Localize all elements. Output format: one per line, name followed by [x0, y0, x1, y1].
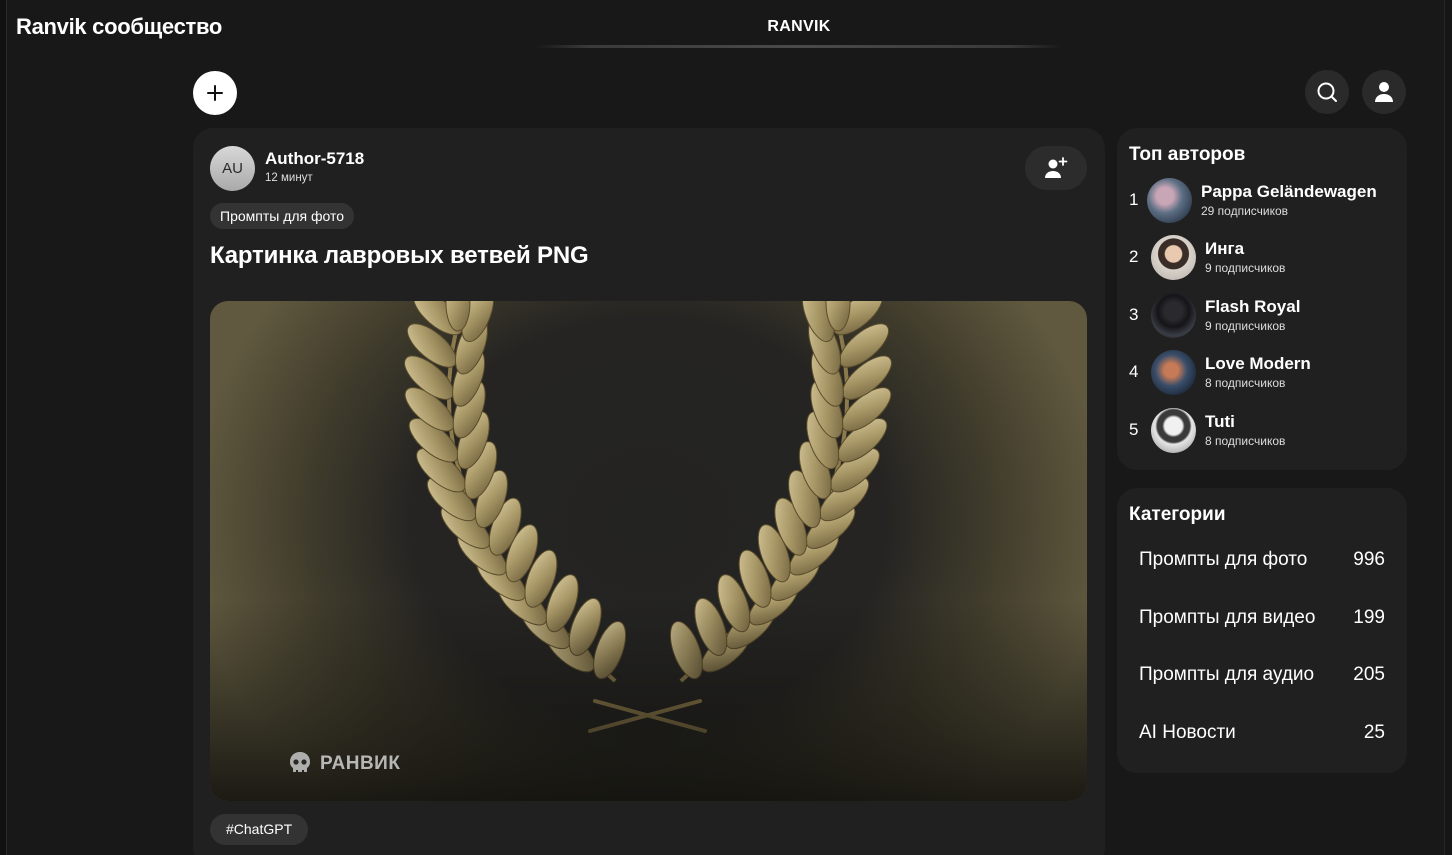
author-avatar[interactable]: AU [210, 146, 255, 191]
author-name[interactable]: Pappa Geländewagen [1201, 182, 1377, 202]
search-icon [1317, 82, 1337, 102]
author-rank: 3 [1129, 305, 1139, 324]
author-subscribers: 8 подписчиков [1205, 376, 1286, 390]
author-avatar[interactable] [1151, 350, 1196, 395]
category-item-photo[interactable]: Промпты для фото 996 [1139, 549, 1385, 571]
category-count: 205 [1353, 664, 1385, 685]
search-button[interactable] [1305, 70, 1349, 114]
watermark-text: РАНВИК [320, 753, 401, 774]
author-rank: 5 [1129, 420, 1139, 439]
author-name[interactable]: Love Modern [1205, 354, 1311, 374]
top-author-row[interactable]: 2 Инга 9 подписчиков [1129, 235, 1399, 281]
hashtag-chip[interactable]: #ChatGPT [210, 814, 309, 845]
author-subscribers: 8 подписчиков [1205, 434, 1286, 448]
author-name[interactable]: Author-5718 [265, 149, 364, 169]
author-avatar[interactable] [1151, 408, 1196, 453]
author-avatar[interactable] [1151, 235, 1196, 280]
brand-logo-text[interactable]: RANVIK [0, 18, 1452, 36]
post-time: 12 минут [265, 172, 313, 184]
top-author-row[interactable]: 1 Pappa Geländewagen 29 подписчиков [1129, 178, 1399, 224]
brand-underline [536, 45, 1062, 48]
category-label: Промпты для аудио [1139, 664, 1315, 685]
user-icon [1375, 82, 1393, 102]
plus-icon [207, 85, 223, 101]
category-count: 25 [1363, 722, 1385, 743]
top-author-row[interactable]: 5 Tuti 8 подписчиков [1129, 408, 1399, 454]
profile-button[interactable] [1362, 70, 1406, 114]
category-item-ai-news[interactable]: AI Новости 25 [1139, 722, 1385, 744]
category-label: Промпты для видео [1139, 607, 1316, 628]
category-item-audio[interactable]: Промпты для аудио 205 [1139, 664, 1385, 686]
author-subscribers: 9 подписчиков [1205, 261, 1286, 275]
author-avatar[interactable] [1147, 178, 1192, 223]
top-authors-title: Топ авторов [1129, 144, 1246, 165]
user-plus-icon [1045, 157, 1068, 178]
author-rank: 2 [1129, 247, 1139, 266]
category-count: 996 [1353, 549, 1385, 570]
category-item-video[interactable]: Промпты для видео 199 [1139, 607, 1385, 629]
author-name[interactable]: Tuti [1205, 412, 1235, 432]
image-vignette [210, 301, 1087, 801]
author-subscribers: 29 подписчиков [1201, 204, 1289, 218]
post-image[interactable]: РАНВИК [210, 301, 1087, 801]
scrollbar-track[interactable] [1444, 0, 1452, 855]
category-label: AI Новости [1139, 722, 1236, 743]
left-panel-edge [0, 0, 7, 855]
follow-author-button[interactable] [1025, 146, 1087, 190]
author-rank: 1 [1129, 190, 1139, 209]
post-title[interactable]: Картинка лавровых ветвей PNG [210, 242, 589, 270]
author-subscribers: 9 подписчиков [1205, 319, 1286, 333]
author-name[interactable]: Flash Royal [1205, 297, 1300, 317]
author-name[interactable]: Инга [1205, 239, 1244, 259]
skull-icon [290, 752, 310, 772]
image-watermark: РАНВИК [288, 751, 400, 777]
top-authors-panel: Топ авторов 1 Pappa Geländewagen 29 подп… [1117, 128, 1407, 470]
author-avatar[interactable] [1151, 293, 1196, 338]
post-category-chip[interactable]: Промпты для фото [210, 203, 355, 229]
add-post-button[interactable] [193, 71, 237, 115]
author-rank: 4 [1129, 362, 1139, 381]
top-author-row[interactable]: 3 Flash Royal 9 подписчиков [1129, 293, 1399, 339]
category-label: Промпты для фото [1139, 549, 1308, 570]
category-count: 199 [1353, 607, 1385, 628]
categories-title: Категории [1129, 504, 1226, 525]
top-author-row[interactable]: 4 Love Modern 8 подписчиков [1129, 350, 1399, 396]
post-card: AU Author-5718 12 минут Промпты для фото… [193, 128, 1105, 855]
categories-panel: Категории Промпты для фото 996 Промпты д… [1117, 488, 1407, 773]
